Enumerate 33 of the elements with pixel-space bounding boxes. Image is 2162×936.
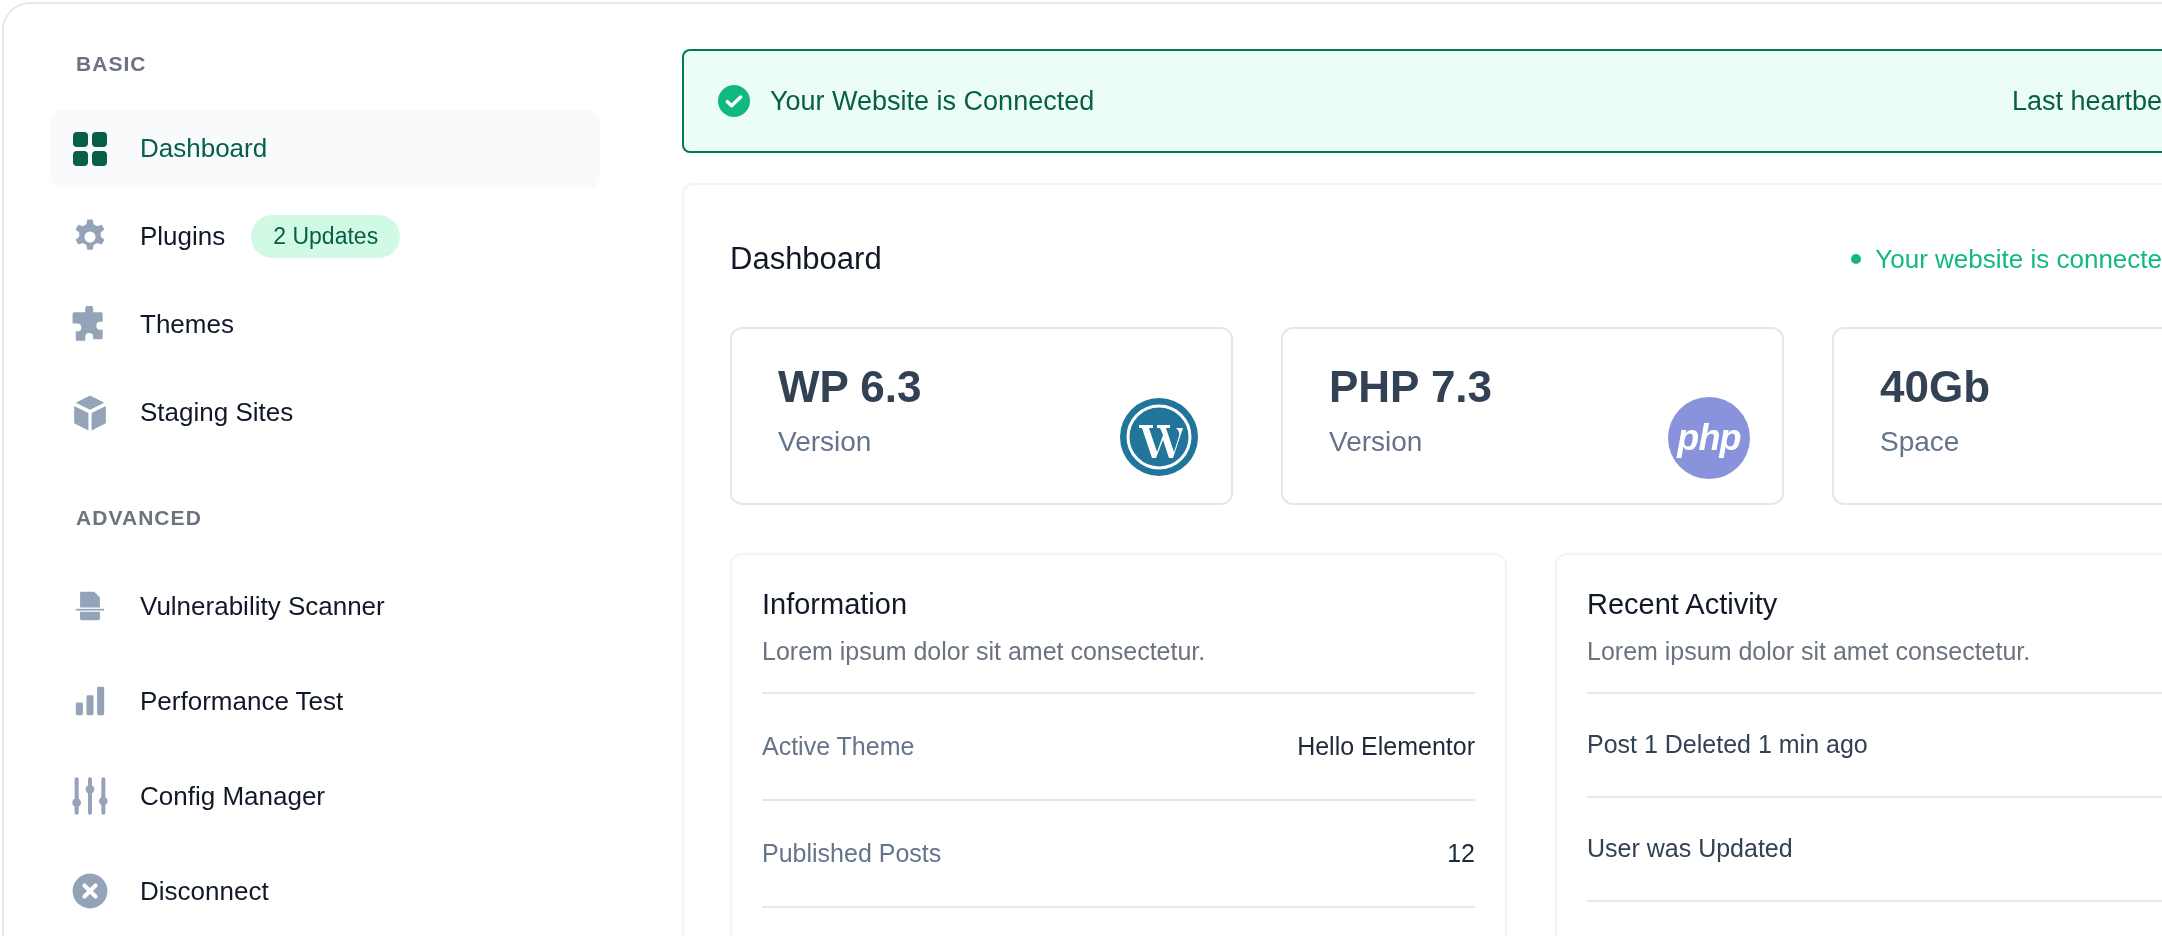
sidebar-item[interactable]: Dashboard bbox=[50, 109, 600, 188]
card-subtitle: Lorem ipsum dolor sit amet consectetur. bbox=[1587, 632, 2162, 694]
section-heading: ADVANCED bbox=[75, 504, 203, 531]
activity-entry: Post 1 Deleted 1 min ago bbox=[1587, 729, 1868, 761]
cube-icon bbox=[71, 393, 109, 432]
info-label: Published Posts bbox=[762, 837, 942, 869]
stat-label: Version bbox=[778, 425, 873, 459]
sliders-icon bbox=[70, 776, 110, 816]
banner-message: Your Website is Connected bbox=[770, 84, 1095, 118]
stat-value: 40Gb bbox=[1880, 361, 1991, 413]
card-title: Recent Activity bbox=[1587, 587, 1779, 622]
card-title: Information bbox=[762, 587, 909, 622]
scanner-icon bbox=[73, 589, 107, 623]
php-logo: php bbox=[1668, 397, 1750, 479]
stat-label: Space bbox=[1880, 425, 1961, 459]
grid-icon bbox=[72, 130, 108, 167]
wordpress-logo-icon bbox=[1119, 397, 1199, 477]
status-text: Your website is connecte bbox=[1875, 242, 2162, 276]
stat-value: WP 6.3 bbox=[778, 361, 922, 413]
info-label: Active Theme bbox=[762, 730, 915, 762]
activity-entry: User was Updated bbox=[1587, 833, 1793, 865]
close-circle-icon bbox=[71, 872, 109, 910]
info-value: 12 bbox=[1447, 837, 1475, 869]
heartbeat-text: Last heartbe bbox=[2011, 84, 2162, 118]
bar-chart-icon bbox=[73, 684, 107, 718]
card-subtitle: Lorem ipsum dolor sit amet consectetur. bbox=[762, 632, 1475, 694]
panel-title: Dashboard bbox=[730, 239, 882, 278]
section-heading: BASIC bbox=[75, 51, 148, 77]
update-badge: 2 Updates bbox=[251, 215, 401, 258]
info-value: Hello Elementor bbox=[1297, 730, 1475, 762]
stat-value: PHP 7.3 bbox=[1329, 361, 1493, 413]
check-circle-icon bbox=[718, 85, 750, 117]
stat-label: Version bbox=[1329, 425, 1424, 459]
